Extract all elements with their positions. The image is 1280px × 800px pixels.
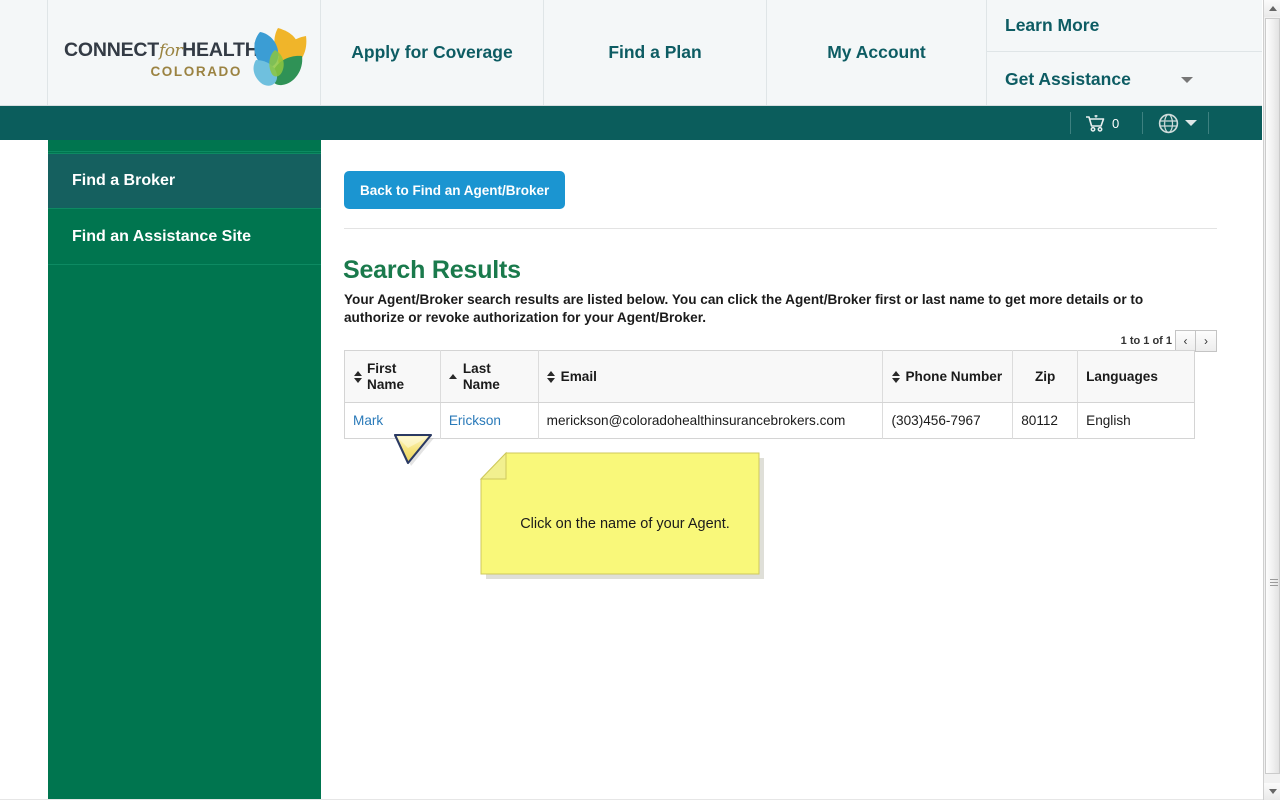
main-content: Back to Find an Agent/Broker Search Resu… [321,140,1263,800]
agent-first-name-link[interactable]: Mark [353,413,383,428]
cell-languages: English [1077,402,1195,439]
column-header-label: Last Name [462,360,500,392]
chevron-right-icon: › [1204,334,1208,348]
vertical-scrollbar[interactable] [1263,0,1280,800]
utility-bar: 0 [0,106,1263,140]
cell-last-name: Erickson [440,402,539,439]
sort-ascending-icon [449,374,458,379]
logo-text: CONNECTforHEALTH COLORADO [64,39,259,81]
sort-both-icon [547,370,556,383]
site-header: CONNECTforHEALTH COLORADO Apply for Cove… [0,0,1263,106]
chevron-down-icon [1181,77,1193,83]
search-results-table: First Name Last Name Email Phone Number … [344,350,1195,439]
cell-zip: 80112 [1012,402,1079,439]
nav-my-account-label: My Account [827,42,926,62]
utility-divider-end [1208,112,1209,134]
nav-my-account[interactable]: My Account [767,0,987,105]
header-left-gutter [0,0,48,105]
scrollbar-thumb[interactable] [1265,18,1280,774]
column-header-last-name[interactable]: Last Name [440,350,539,403]
logo-wrap: CONNECTforHEALTH COLORADO [64,20,314,90]
cart-button[interactable]: 0 [1085,112,1119,134]
nav-learn-more-label: Learn More [1005,15,1100,35]
table-header-row: First Name Last Name Email Phone Number … [344,350,1195,403]
cell-email: merickson@coloradohealthinsurancebrokers… [538,402,884,439]
pagination: 1 to 1 of 1 ‹ › [1121,330,1217,352]
pagination-next-button[interactable]: › [1196,330,1217,352]
left-sidebar: Find a Broker Find an Assistance Site [48,140,321,800]
column-header-label: Email [560,368,597,384]
page-title: Search Results [343,256,521,284]
site-logo[interactable]: CONNECTforHEALTH COLORADO [48,0,321,105]
column-header-label: Zip [1034,368,1056,384]
shopping-cart-icon [1086,114,1105,132]
sidebar-top-strip [48,140,321,152]
table-row: Mark Erickson merickson@coloradohealthin… [344,402,1195,439]
column-header-label: Languages [1086,368,1158,384]
content-divider [344,228,1217,229]
nav-learn-more[interactable]: Learn More [987,0,1263,52]
scroll-down-arrow-icon[interactable] [1264,783,1280,800]
chevron-left-icon: ‹ [1183,334,1188,348]
utility-divider-right [1142,112,1143,134]
leaf-logo-icon [253,28,307,86]
column-header-label: First Name [367,360,405,392]
nav-find-a-plan[interactable]: Find a Plan [544,0,767,105]
cell-phone-number: (303)456-7967 [882,402,1014,439]
chevron-down-icon [1185,120,1197,126]
table-head: First Name Last Name Email Phone Number … [344,350,1195,403]
cell-first-name: Mark [344,402,441,439]
column-header-zip[interactable]: Zip [1012,350,1079,403]
agent-last-name-link[interactable]: Erickson [449,413,501,428]
cart-count: 0 [1112,115,1120,131]
nav-apply-for-coverage[interactable]: Apply for Coverage [321,0,544,105]
column-header-first-name[interactable]: First Name [344,350,441,403]
intro-text: Your Agent/Broker search results are lis… [344,292,1144,325]
globe-icon [1158,113,1179,133]
logo-for: for [159,41,183,61]
column-header-phone-number[interactable]: Phone Number [882,350,1014,403]
sort-both-icon [353,370,362,383]
logo-main-line: CONNECTforHEALTH [64,39,259,61]
page-root: CONNECTforHEALTH COLORADO Apply for Cove… [0,0,1280,800]
table-body: Mark Erickson merickson@coloradohealthin… [344,402,1195,439]
column-header-email[interactable]: Email [538,350,884,403]
pagination-prev-button[interactable]: ‹ [1175,330,1196,352]
logo-connect: CONNECT [64,39,160,61]
nav-apply-for-coverage-label: Apply for Coverage [351,42,513,62]
language-selector[interactable] [1158,111,1197,135]
sidebar-item-label: Find an Assistance Site [72,227,252,245]
pagination-range-label: 1 to 1 of 1 [1120,335,1172,347]
nav-secondary-stack: Learn More Get Assistance [987,0,1263,105]
logo-sub-line: COLORADO [150,64,242,79]
utility-divider-left [1070,112,1071,134]
nav-get-assistance[interactable]: Get Assistance [987,53,1263,105]
back-to-find-agent-broker-button[interactable]: Back to Find an Agent/Broker [344,171,566,209]
sidebar-item-find-an-assistance-site[interactable]: Find an Assistance Site [48,209,321,265]
column-header-label: Phone Number [905,368,1003,384]
column-header-languages[interactable]: Languages [1077,350,1195,403]
sidebar-item-label: Find a Broker [72,172,176,189]
nav-get-assistance-label: Get Assistance [1005,68,1131,89]
nav-find-a-plan-label: Find a Plan [608,42,702,62]
sidebar-item-find-a-broker[interactable]: Find a Broker [48,153,321,209]
scroll-up-arrow-icon[interactable] [1264,0,1280,17]
scrollbar-grip-icon [1270,579,1278,589]
sort-both-icon [891,370,900,383]
